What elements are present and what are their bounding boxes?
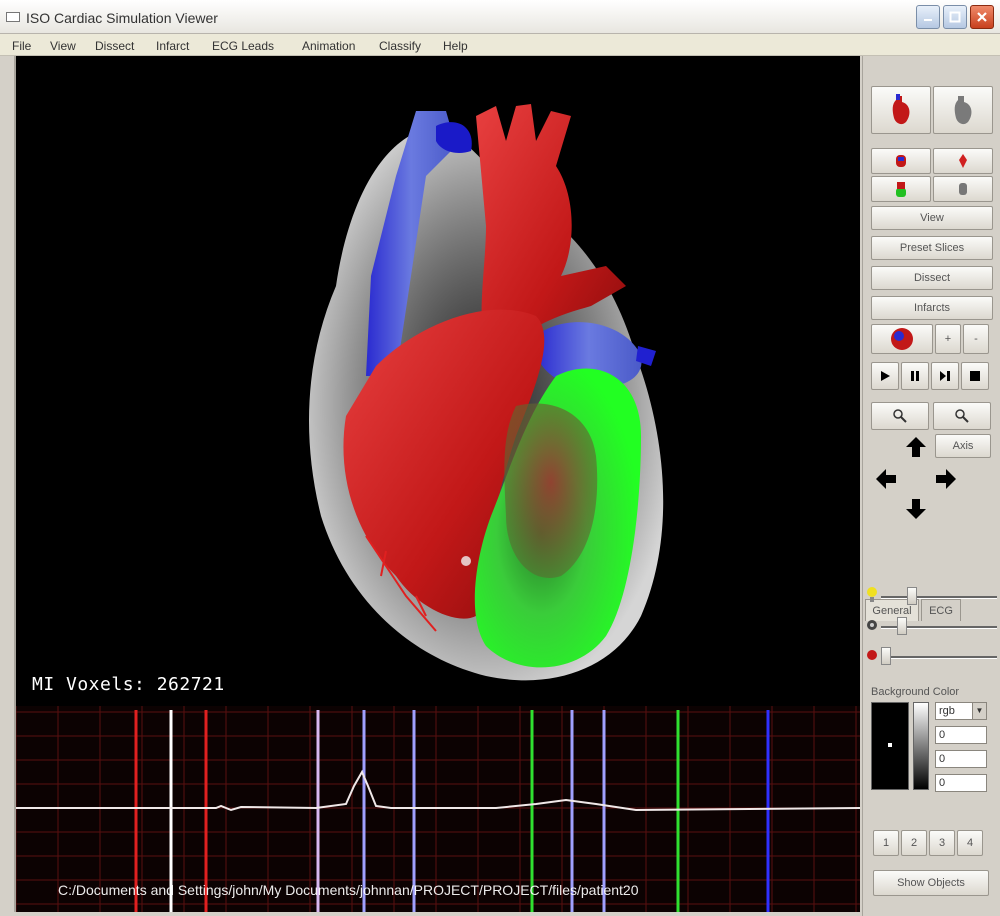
zoom-out-icon	[955, 409, 969, 423]
blue-value-field[interactable]: 0	[935, 774, 987, 792]
ecg-trace	[16, 769, 860, 812]
menu-dissect[interactable]: Dissect	[95, 39, 134, 53]
menu-animation[interactable]: Animation	[302, 39, 355, 53]
play-button[interactable]	[871, 362, 899, 390]
page-button-1[interactable]: 1	[873, 830, 899, 856]
red-value-field[interactable]: 0	[935, 726, 987, 744]
menu-classify[interactable]: Classify	[379, 39, 421, 53]
zoom-in-icon	[893, 409, 907, 423]
menu-file[interactable]: File	[12, 39, 31, 53]
add-infarct-button[interactable]: +	[935, 324, 961, 354]
heart-model	[309, 104, 664, 681]
page-button-2[interactable]: 2	[901, 830, 927, 856]
chamber-toggle-2[interactable]	[933, 148, 993, 174]
heart-shell-button[interactable]	[933, 86, 993, 134]
control-panel: View Preset Slices Dissect Infarcts + - …	[862, 56, 1000, 916]
step-button[interactable]	[931, 362, 959, 390]
infarcts-button[interactable]: Infarcts	[871, 296, 993, 320]
pan-left-button[interactable]	[871, 464, 901, 494]
remove-infarct-button[interactable]: -	[963, 324, 989, 354]
maximize-icon	[949, 11, 961, 23]
light-slider-thumb[interactable]	[907, 587, 917, 605]
stop-button[interactable]	[961, 362, 989, 390]
close-icon	[977, 12, 987, 22]
infarct-heart-icon	[891, 328, 913, 350]
menu-view[interactable]: View	[50, 39, 76, 53]
infarct-select-button[interactable]	[871, 324, 933, 354]
chamber-toggle-4[interactable]	[933, 176, 993, 202]
chamber-green-icon	[896, 182, 906, 197]
opacity-slider-thumb[interactable]	[897, 617, 907, 635]
heart-model-button[interactable]	[871, 86, 931, 134]
lightbulb-icon	[867, 587, 877, 602]
chamber-red-small-icon	[959, 154, 967, 168]
minimize-button[interactable]	[916, 5, 940, 29]
close-button[interactable]	[970, 5, 994, 29]
page-button-3[interactable]: 3	[929, 830, 955, 856]
color-mode-value: rgb	[939, 705, 955, 717]
tab-ecg[interactable]: ECG	[921, 599, 961, 621]
title-bar: ISO Cardiac Simulation Viewer	[0, 0, 1000, 34]
speed-slider-thumb[interactable]	[881, 647, 891, 665]
stop-icon	[970, 371, 980, 381]
play-icon	[881, 371, 890, 381]
maximize-button[interactable]	[943, 5, 967, 29]
brightness-bar[interactable]	[913, 702, 929, 790]
settings-icon	[867, 620, 877, 630]
mi-voxels-label: MI Voxels: 262721	[32, 674, 225, 695]
pan-right-button[interactable]	[931, 464, 961, 494]
menu-infarct[interactable]: Infarct	[156, 39, 189, 53]
arrow-down-icon	[906, 499, 926, 519]
view-button[interactable]: View	[871, 206, 993, 230]
chamber-toggle-3[interactable]	[871, 176, 931, 202]
app-icon	[6, 12, 20, 22]
menu-help[interactable]: Help	[443, 39, 468, 53]
zoom-in-button[interactable]	[871, 402, 929, 430]
preset-slices-button[interactable]: Preset Slices	[871, 236, 993, 260]
axis-button[interactable]: Axis	[935, 434, 991, 458]
color-mode-select[interactable]: rgb ▼	[935, 702, 987, 720]
chamber-red-icon	[896, 155, 906, 167]
file-path-label: C:/Documents and Settings/john/My Docume…	[58, 882, 639, 898]
step-icon	[940, 371, 950, 381]
page-button-4[interactable]: 4	[957, 830, 983, 856]
heart-3d-viewport[interactable]: MI Voxels: 262721	[14, 56, 860, 706]
green-value-field[interactable]: 0	[935, 750, 987, 768]
speed-slider-track	[881, 656, 997, 659]
zoom-out-button[interactable]	[933, 402, 991, 430]
chamber-toggle-1[interactable]	[871, 148, 931, 174]
arrow-left-icon	[876, 469, 896, 489]
background-color-label: Background Color	[871, 686, 960, 698]
chamber-grey-icon	[959, 183, 967, 195]
pause-icon	[911, 371, 919, 381]
pan-up-button[interactable]	[901, 432, 931, 462]
arrow-up-icon	[906, 437, 926, 457]
chevron-down-icon: ▼	[972, 703, 986, 719]
pause-button[interactable]	[901, 362, 929, 390]
background-color-swatch[interactable]	[871, 702, 909, 790]
minimize-icon	[924, 19, 932, 21]
heart-small-icon	[867, 650, 877, 660]
heart-icon	[892, 94, 910, 125]
heart-shell-icon	[954, 96, 972, 125]
menu-ecg-leads[interactable]: ECG Leads	[212, 39, 274, 53]
show-objects-button[interactable]: Show Objects	[873, 870, 989, 896]
light-slider-track	[881, 596, 997, 599]
ecg-panel[interactable]: C:/Documents and Settings/john/My Docume…	[14, 706, 860, 912]
arrow-right-icon	[936, 469, 956, 489]
pan-down-button[interactable]	[901, 494, 931, 524]
window-title: ISO Cardiac Simulation Viewer	[26, 10, 218, 26]
menu-bar: File View Dissect Infarct ECG Leads Anim…	[0, 34, 1000, 56]
dissect-button[interactable]: Dissect	[871, 266, 993, 290]
